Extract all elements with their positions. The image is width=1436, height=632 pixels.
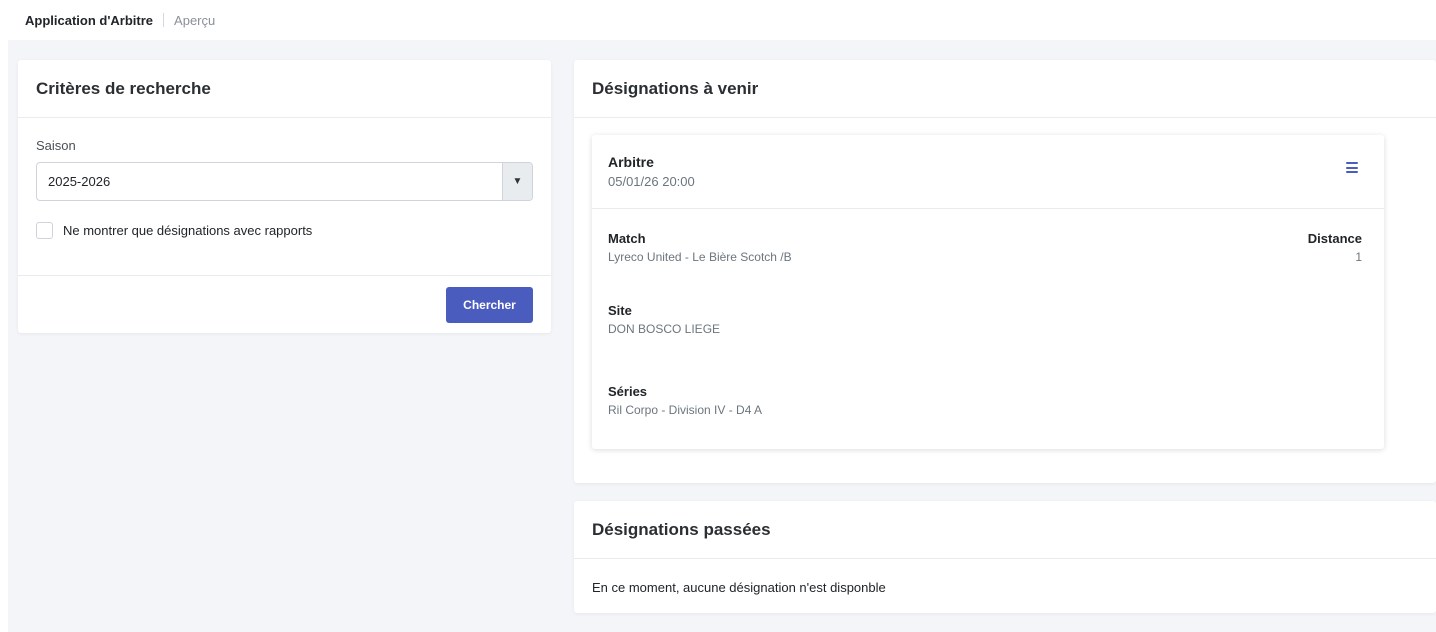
series-detail: Séries Ril Corpo - Division IV - D4 A [592,384,1384,417]
distance-value: 1 [1355,250,1362,264]
search-criteria-card: Critères de recherche Saison 2025-2026 ▼… [18,60,551,333]
assignment-header: Arbitre 05/01/26 20:00 [592,135,1384,209]
hamburger-menu-icon[interactable] [1346,162,1358,173]
match-detail: Match Lyreco United - Le Bière Scotch /B… [592,231,1384,264]
assignment-role: Arbitre [608,154,654,170]
distance-detail: Distance 1 [1308,231,1362,264]
assignment-card: Arbitre 05/01/26 20:00 Match Lyreco Unit… [592,135,1384,449]
reports-only-option[interactable]: Ne montrer que désignations avec rapport… [36,222,533,239]
series-label: Séries [608,384,648,399]
search-form: Saison 2025-2026 ▼ Ne montrer que désign… [18,118,551,276]
empty-message: En ce moment, aucune désignation n'est d… [592,580,886,595]
top-bar: Application d'Arbitre Aperçu [0,0,1436,40]
search-button[interactable]: Chercher [446,287,533,323]
season-label: Saison [36,138,76,153]
past-assignments-card: Désignations passées En ce moment, aucun… [574,501,1436,613]
site-label: Site [608,303,632,318]
season-select-value: 2025-2026 [48,174,111,189]
assignment-datetime: 05/01/26 20:00 [608,174,695,189]
reports-only-checkbox[interactable] [36,222,53,239]
distance-label: Distance [1307,231,1362,246]
main-content: Critères de recherche Saison 2025-2026 ▼… [8,40,1436,632]
reports-only-label[interactable]: Ne montrer que désignations avec rapport… [63,223,312,238]
site-detail: Site DON BOSCO LIEGE [592,303,1384,336]
app-title[interactable]: Application d'Arbitre [25,13,153,28]
breadcrumb-separator [163,13,165,27]
site-value: DON BOSCO LIEGE [608,322,721,336]
season-select[interactable]: 2025-2026 ▼ [36,162,533,201]
caret-down-icon[interactable]: ▼ [502,163,532,200]
series-value: Ril Corpo - Division IV - D4 A [608,403,763,417]
breadcrumb-current: Aperçu [174,12,216,28]
match-label: Match [608,231,646,246]
past-assignments-title: Désignations passées [574,501,1436,559]
upcoming-assignments-card: Désignations à venir Arbitre 05/01/26 20… [574,60,1436,483]
search-footer: Chercher [18,276,551,332]
search-criteria-title: Critères de recherche [18,60,551,118]
match-value: Lyreco United - Le Bière Scotch /B [608,250,792,264]
upcoming-assignments-title: Désignations à venir [574,60,1436,118]
